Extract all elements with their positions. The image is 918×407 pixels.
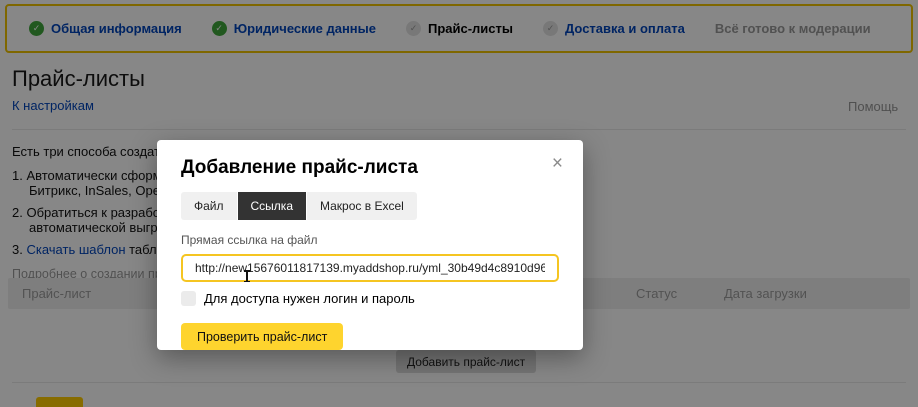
- check-pricelist-button[interactable]: Проверить прайс-лист: [181, 323, 343, 350]
- tab-excel-macro[interactable]: Макрос в Excel: [307, 192, 417, 220]
- url-field-label: Прямая ссылка на файл: [181, 233, 559, 247]
- dialog-title: Добавление прайс-листа: [181, 157, 559, 179]
- add-pricelist-dialog: Добавление прайс-листа × Файл Ссылка Мак…: [157, 140, 583, 350]
- app-window: ✓ Общая информация ✓ Юридические данные …: [0, 0, 918, 407]
- source-type-tabs: Файл Ссылка Макрос в Excel: [181, 192, 417, 220]
- checkbox-unchecked[interactable]: [181, 291, 196, 306]
- pricelist-url-input[interactable]: [181, 254, 559, 282]
- close-icon[interactable]: ×: [548, 150, 567, 177]
- tab-link[interactable]: Ссылка: [238, 192, 306, 220]
- auth-required-checkbox-row[interactable]: Для доступа нужен логин и пароль: [181, 291, 559, 306]
- checkbox-label: Для доступа нужен логин и пароль: [204, 291, 415, 306]
- text-cursor-icon: [246, 270, 248, 282]
- tab-file[interactable]: Файл: [181, 192, 237, 220]
